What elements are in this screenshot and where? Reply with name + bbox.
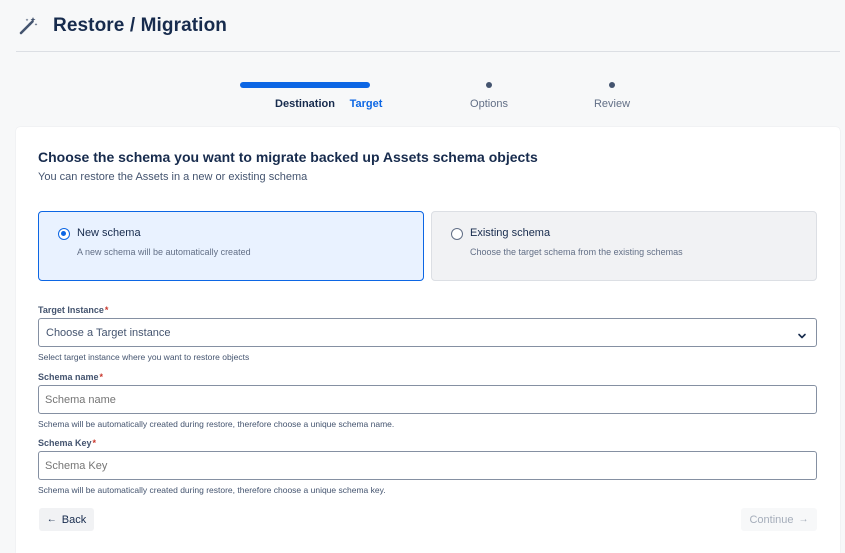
step-label: Options [470,98,508,110]
magic-wand-icon [17,15,39,37]
target-instance-select[interactable]: Choose a Target instance [38,318,817,347]
option-label: Existing schema [470,227,551,239]
migration-form-card: Choose the schema you want to migrate ba… [16,127,840,553]
progress-stepper: Destination Target Options Review [0,72,845,122]
step-label: Review [593,98,631,110]
target-instance-label: Target Instance* [38,305,109,315]
schema-name-label: Schema name* [38,372,104,382]
page-header: Restore / Migration [16,0,840,52]
schema-key-helper: Schema will be automatically created dur… [38,485,386,495]
step-label: Target [349,98,383,110]
required-mark: * [92,438,97,448]
existing-schema-option[interactable]: Existing schema Choose the target schema… [431,211,817,281]
step-options: Options [424,72,554,116]
option-description: A new schema will be automatically creat… [77,247,251,257]
schema-key-input[interactable] [38,451,817,480]
option-description: Choose the target schema from the existi… [470,247,683,257]
schema-key-label: Schema Key* [38,438,97,448]
continue-button-label: Continue [749,513,794,526]
continue-button[interactable]: Continue → [741,508,817,531]
back-button[interactable]: ← Back [39,508,94,531]
schema-name-helper: Schema will be automatically created dur… [38,419,395,429]
back-button-label: Back [61,513,87,526]
card-subtitle: You can restore the Assets in a new or e… [38,171,308,183]
step-dot [609,82,615,88]
schema-name-input[interactable] [38,385,817,414]
required-mark: * [104,305,109,315]
step-dot [486,82,492,88]
page-title: Restore / Migration [53,14,227,36]
arrow-left-icon: ← [46,514,57,525]
arrow-right-icon: → [798,514,809,525]
option-label: New schema [77,227,141,239]
required-mark: * [99,372,104,382]
card-title: Choose the schema you want to migrate ba… [38,149,538,165]
new-schema-option[interactable]: New schema A new schema will be automati… [38,211,424,281]
step-review: Review [547,72,677,116]
select-value: Choose a Target instance [46,327,171,339]
chevron-down-icon[interactable] [797,328,807,339]
radio-selected-icon[interactable] [58,228,70,240]
step-target: Target [301,72,431,116]
target-instance-helper: Select target instance where you want to… [38,352,250,362]
radio-unselected-icon[interactable] [451,228,463,240]
